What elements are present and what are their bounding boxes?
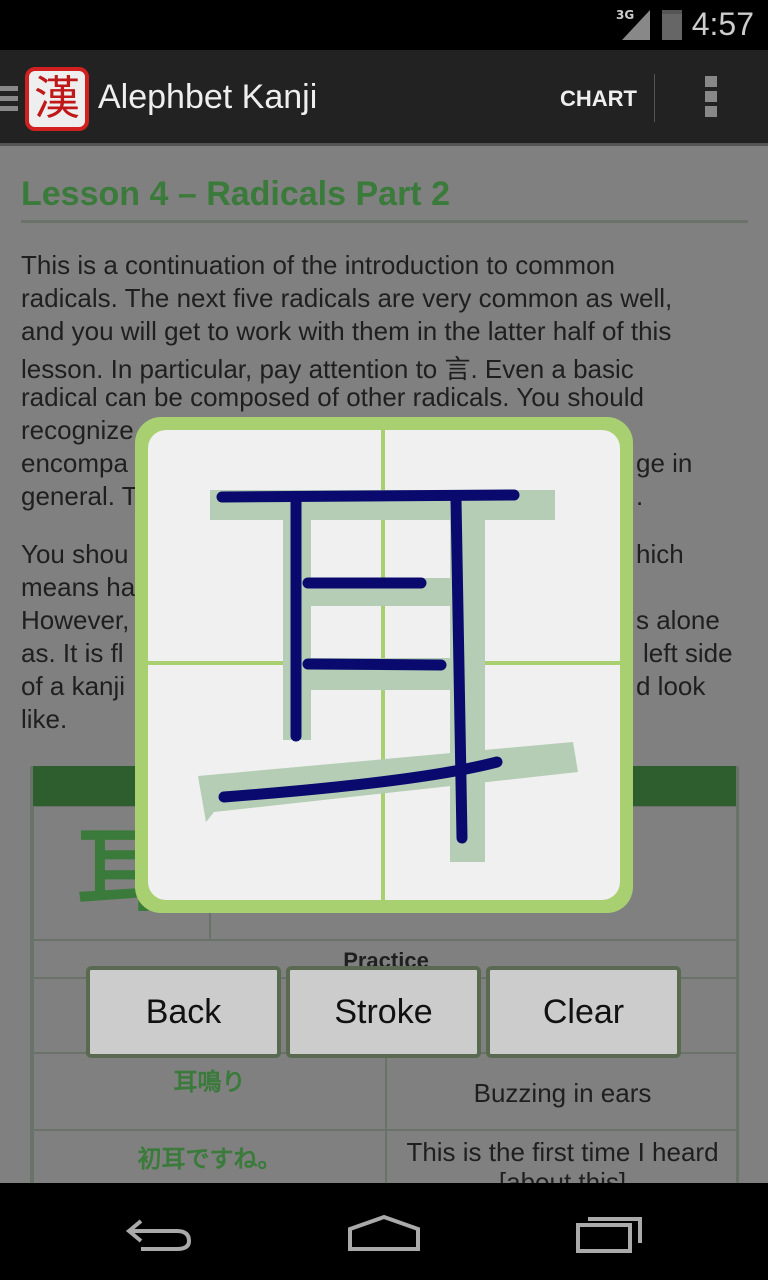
home-nav-icon[interactable] (346, 1213, 422, 1253)
stroke-button[interactable]: Stroke (286, 966, 481, 1058)
paragraph-line: radicals. The next five radicals are ver… (21, 283, 673, 313)
paragraph-line: of a kanji (21, 671, 126, 701)
translation-line: This is the first time I heard (406, 1137, 719, 1167)
lesson-title: Lesson 4 – Radicals Part 2 (21, 175, 450, 213)
clear-button[interactable]: Clear (486, 966, 681, 1058)
stroke-practice-dialog (135, 417, 633, 913)
paragraph-line: However, (21, 605, 130, 635)
battery-icon (662, 10, 682, 40)
paragraph-line: means ha (21, 572, 136, 602)
app-bar: 漢 Alephbet Kanji CHART (0, 50, 768, 146)
divider (21, 220, 748, 223)
paragraph-line: as. It is fl (21, 638, 124, 668)
overflow-menu-icon[interactable] (705, 76, 717, 121)
network-type: 3G (616, 8, 635, 22)
paragraph-line: and you will get to work with them in th… (21, 316, 672, 346)
table-row-jp: 耳鳴り (33, 1053, 386, 1130)
paragraph-line: recognize (21, 415, 134, 445)
clock: 4:57 (691, 6, 754, 42)
paragraph-line: s alone (636, 605, 720, 635)
paragraph-line: ge in (636, 448, 693, 478)
divider (654, 74, 655, 122)
table-row-en: Buzzing in ears (386, 1053, 739, 1130)
paragraph-line: radical can be composed of other radical… (21, 382, 644, 412)
paragraph-line: lesson. In particular, pay attention to … (21, 354, 634, 384)
paragraph-line: encompa (21, 448, 128, 478)
kanji-strokes (148, 430, 620, 900)
status-bar: 3G 4:57 (0, 0, 768, 50)
app-logo[interactable]: 漢 (25, 67, 89, 131)
navigation-bar (0, 1183, 768, 1280)
paragraph-line: This is a continuation of the introducti… (21, 250, 615, 280)
drawing-canvas[interactable] (148, 430, 620, 900)
back-button[interactable]: Back (86, 966, 281, 1058)
paragraph-line: general. T (21, 481, 138, 511)
app-title: Alephbet Kanji (98, 78, 318, 116)
back-nav-icon[interactable] (125, 1213, 195, 1253)
guide-strokes (198, 490, 578, 862)
paragraph-line: d look (636, 671, 706, 701)
paragraph-line: hich (636, 539, 684, 569)
paragraph-line: like. (21, 704, 68, 734)
chart-button[interactable]: CHART (560, 86, 637, 112)
paragraph-line: left side (643, 638, 733, 668)
recents-nav-icon[interactable] (574, 1213, 646, 1255)
paragraph-line: You shou (21, 539, 129, 569)
paragraph-line: . (636, 481, 644, 511)
menu-icon[interactable] (0, 86, 18, 116)
